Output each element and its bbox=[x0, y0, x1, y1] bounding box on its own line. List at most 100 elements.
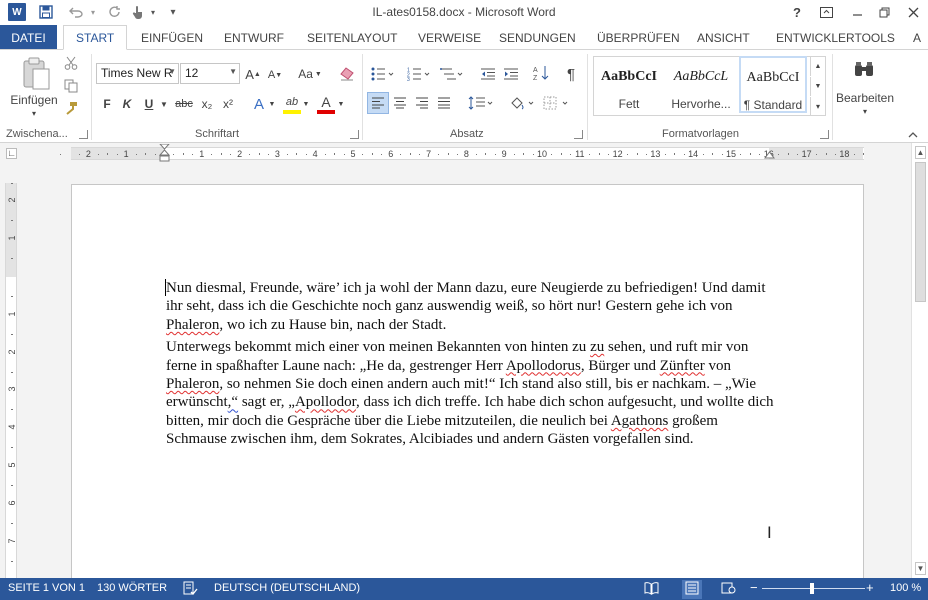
align-left-icon[interactable] bbox=[367, 92, 389, 114]
styles-dialog-launcher[interactable] bbox=[820, 130, 829, 139]
align-right-icon[interactable] bbox=[412, 93, 432, 113]
underline-button[interactable]: U bbox=[141, 94, 157, 114]
strikethrough-button[interactable]: abc bbox=[174, 94, 194, 114]
proofing-icon[interactable] bbox=[183, 581, 198, 598]
paste-dropdown-icon[interactable]: ▾ bbox=[28, 108, 40, 118]
word-count-status[interactable]: 130 WÖRTER bbox=[97, 582, 167, 594]
font-dialog-launcher[interactable] bbox=[350, 130, 359, 139]
subscript-button[interactable]: x₂ bbox=[198, 94, 216, 114]
cut-icon[interactable] bbox=[63, 55, 79, 71]
format-painter-icon[interactable] bbox=[63, 100, 79, 116]
text-effects-dropdown-icon[interactable]: ▼ bbox=[268, 96, 276, 112]
bullets-icon[interactable] bbox=[369, 64, 397, 84]
tab-view[interactable]: ANSICHT bbox=[695, 25, 752, 50]
tab-references[interactable]: VERWEISE bbox=[416, 25, 483, 50]
grow-font-button[interactable]: A ▲ bbox=[244, 64, 262, 84]
clear-formatting-icon[interactable] bbox=[338, 64, 356, 84]
tab-start[interactable]: START bbox=[63, 25, 128, 50]
right-indent-marker-icon[interactable] bbox=[764, 151, 775, 160]
font-size-combo[interactable]: 12 ▼ bbox=[180, 63, 240, 84]
horizontal-ruler[interactable]: 21123456789101112131415161718 bbox=[60, 144, 865, 162]
font-size-dropdown-icon[interactable]: ▼ bbox=[229, 67, 237, 76]
web-layout-icon[interactable] bbox=[721, 581, 736, 598]
close-icon[interactable] bbox=[901, 2, 925, 22]
read-mode-icon[interactable] bbox=[644, 581, 659, 598]
minimize-icon[interactable] bbox=[845, 2, 869, 22]
document-page[interactable]: Nun diesmal, Freunde, wäre’ ich ja wohl … bbox=[71, 184, 864, 578]
line-spacing-icon[interactable] bbox=[466, 93, 496, 113]
italic-button[interactable]: K bbox=[119, 94, 135, 114]
language-status[interactable]: DEUTSCH (DEUTSCHLAND) bbox=[214, 582, 360, 594]
tab-file[interactable]: DATEI bbox=[0, 25, 57, 50]
spelling-error-word[interactable]: Zünfter bbox=[660, 358, 705, 374]
vertical-ruler[interactable]: 2 1 1 2 3 4 5 6 7 bbox=[5, 182, 17, 578]
styles-scroll-up-icon[interactable]: ▲ bbox=[810, 57, 825, 76]
styles-scroll-down-icon[interactable]: ▼ bbox=[810, 77, 825, 96]
tab-developer[interactable]: ENTWICKLERTOOLS bbox=[774, 25, 897, 50]
tab-insert[interactable]: EINFÜGEN bbox=[139, 25, 205, 50]
zoom-slider-thumb[interactable] bbox=[810, 583, 814, 594]
font-name-dropdown-icon[interactable]: ▼ bbox=[168, 67, 176, 76]
change-case-button[interactable]: Aa ▼ bbox=[296, 64, 324, 84]
scroll-down-icon[interactable]: ▼ bbox=[915, 562, 926, 575]
tab-more[interactable]: A bbox=[911, 25, 923, 50]
clipboard-dialog-launcher[interactable] bbox=[79, 130, 88, 139]
tab-mailings[interactable]: SENDUNGEN bbox=[497, 25, 578, 50]
font-color-dropdown-icon[interactable]: ▼ bbox=[337, 96, 345, 112]
spelling-error-word[interactable]: Apollodorus bbox=[506, 358, 581, 374]
numbering-icon[interactable]: 123 bbox=[405, 64, 433, 84]
editing-dropdown-icon[interactable]: ▾ bbox=[859, 106, 871, 116]
styles-more-icon[interactable]: ▾ bbox=[810, 97, 825, 115]
style-standard[interactable]: AaBbCcI ¶ Standard bbox=[739, 56, 807, 113]
indent-markers-icon[interactable] bbox=[159, 144, 170, 164]
multilevel-list-icon[interactable] bbox=[438, 64, 466, 84]
text-effects-button[interactable]: A bbox=[250, 94, 268, 114]
scroll-up-icon[interactable]: ▲ bbox=[915, 146, 926, 159]
increase-indent-icon[interactable] bbox=[501, 64, 521, 84]
bold-button[interactable]: F bbox=[99, 94, 115, 114]
editing-button-label[interactable]: Bearbeiten bbox=[836, 90, 894, 106]
shrink-font-button[interactable]: A ▼ bbox=[266, 65, 284, 85]
borders-icon[interactable] bbox=[541, 93, 571, 113]
underline-dropdown-icon[interactable]: ▼ bbox=[159, 96, 169, 112]
page-count-status[interactable]: SEITE 1 VON 1 bbox=[8, 582, 85, 594]
collapse-ribbon-icon[interactable] bbox=[906, 127, 920, 141]
decrease-indent-icon[interactable] bbox=[478, 64, 498, 84]
paste-icon[interactable] bbox=[18, 56, 54, 92]
style-bold[interactable]: AaBbCcI Fett bbox=[595, 56, 663, 113]
restore-icon[interactable] bbox=[872, 2, 896, 22]
copy-icon[interactable] bbox=[63, 78, 79, 94]
spelling-error-word[interactable]: zu bbox=[590, 339, 604, 355]
paste-button-label[interactable]: Einfügen bbox=[8, 92, 60, 108]
vertical-scrollbar[interactable]: ▲ ▼ bbox=[911, 143, 928, 578]
highlight-button[interactable]: ab bbox=[283, 94, 301, 114]
spelling-error-word[interactable]: Phaleron bbox=[166, 317, 219, 333]
tab-page-layout[interactable]: SEITENLAYOUT bbox=[305, 25, 399, 50]
paragraph-1[interactable]: Nun diesmal, Freunde, wäre’ ich ja wohl … bbox=[166, 279, 776, 334]
font-color-button[interactable]: A bbox=[317, 94, 335, 114]
spelling-error-word[interactable]: Phaleron bbox=[166, 376, 219, 392]
zoom-level[interactable]: 100 % bbox=[890, 582, 921, 594]
tab-design[interactable]: ENTWURF bbox=[222, 25, 286, 50]
find-binoculars-icon[interactable] bbox=[850, 56, 878, 84]
style-emphasis[interactable]: AaBbCcL Hervorhe... bbox=[667, 56, 735, 113]
ribbon-display-options-icon[interactable] bbox=[814, 2, 838, 22]
paragraph-dialog-launcher[interactable] bbox=[574, 130, 583, 139]
justify-icon[interactable] bbox=[434, 93, 454, 113]
font-name-combo[interactable]: Times New R ▼ bbox=[96, 63, 179, 84]
scrollbar-thumb[interactable] bbox=[915, 162, 926, 302]
show-formatting-marks-button[interactable]: ¶ bbox=[562, 64, 580, 84]
spelling-error-word[interactable]: Agathons bbox=[611, 413, 669, 429]
paragraph-2[interactable]: Unterwegs bekommt mich einer von meinen … bbox=[166, 338, 776, 448]
grammar-error-mark[interactable]: ,“ bbox=[228, 394, 238, 410]
zoom-in-button[interactable]: + bbox=[866, 580, 874, 595]
zoom-out-button[interactable]: − bbox=[750, 580, 758, 595]
align-center-icon[interactable] bbox=[390, 93, 410, 113]
help-button[interactable]: ? bbox=[785, 2, 809, 22]
tab-stop-selector[interactable]: ∟ bbox=[6, 148, 17, 159]
print-layout-icon[interactable] bbox=[682, 580, 702, 599]
tab-review[interactable]: ÜBERPRÜFEN bbox=[595, 25, 682, 50]
document-body[interactable]: Nun diesmal, Freunde, wäre’ ich ja wohl … bbox=[166, 279, 776, 453]
shading-icon[interactable] bbox=[507, 93, 537, 113]
highlight-dropdown-icon[interactable]: ▼ bbox=[302, 96, 310, 112]
